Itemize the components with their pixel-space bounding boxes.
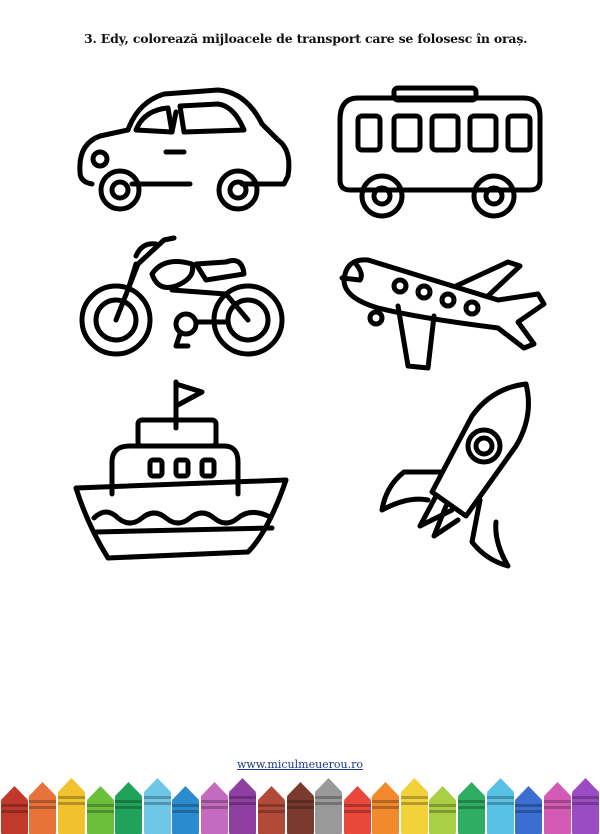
crayon bbox=[58, 778, 85, 834]
boat-drawing[interactable] bbox=[72, 376, 297, 566]
crayon-border bbox=[0, 774, 600, 834]
car-drawing[interactable] bbox=[72, 84, 297, 219]
crayon bbox=[429, 786, 456, 834]
crayon bbox=[258, 786, 285, 834]
motorcycle-drawing[interactable] bbox=[76, 234, 291, 364]
bus-drawing[interactable] bbox=[336, 84, 546, 224]
crayon bbox=[172, 786, 199, 834]
crayon bbox=[458, 782, 485, 834]
crayon bbox=[572, 778, 599, 834]
instruction-title: 3. Edy, colorează mijloacele de transpor… bbox=[84, 31, 528, 46]
crayon bbox=[515, 786, 542, 834]
crayon bbox=[229, 778, 256, 834]
website-link[interactable]: www.miculmeuerou.ro bbox=[0, 758, 600, 771]
crayon bbox=[315, 778, 342, 834]
airplane-drawing[interactable] bbox=[338, 250, 553, 385]
rocket-drawing[interactable] bbox=[376, 376, 546, 576]
crayon bbox=[372, 782, 399, 834]
crayon bbox=[144, 778, 171, 834]
crayon bbox=[115, 782, 142, 834]
crayon bbox=[1, 786, 28, 834]
crayon bbox=[201, 782, 228, 834]
crayon bbox=[544, 782, 571, 834]
crayon bbox=[344, 786, 371, 834]
crayon bbox=[287, 782, 314, 834]
crayon bbox=[401, 778, 428, 834]
crayon bbox=[87, 786, 114, 834]
crayon bbox=[29, 782, 56, 834]
crayon bbox=[487, 778, 514, 834]
